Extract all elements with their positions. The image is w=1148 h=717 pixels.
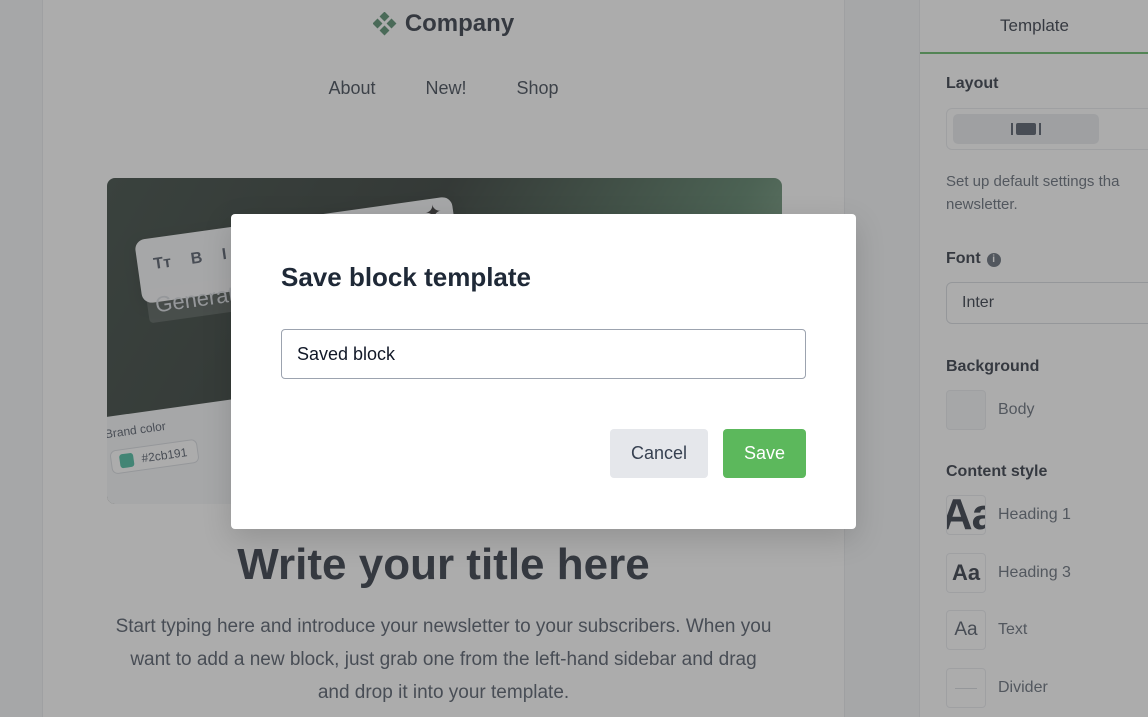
app-window: Company About New! Shop Tт B I ✦ Generat… <box>0 0 1148 717</box>
template-name-input[interactable] <box>281 329 806 379</box>
save-block-template-dialog: Save block template Cancel Save <box>231 214 856 529</box>
cancel-button[interactable]: Cancel <box>610 429 708 478</box>
save-button[interactable]: Save <box>723 429 806 478</box>
dialog-title: Save block template <box>281 262 531 292</box>
